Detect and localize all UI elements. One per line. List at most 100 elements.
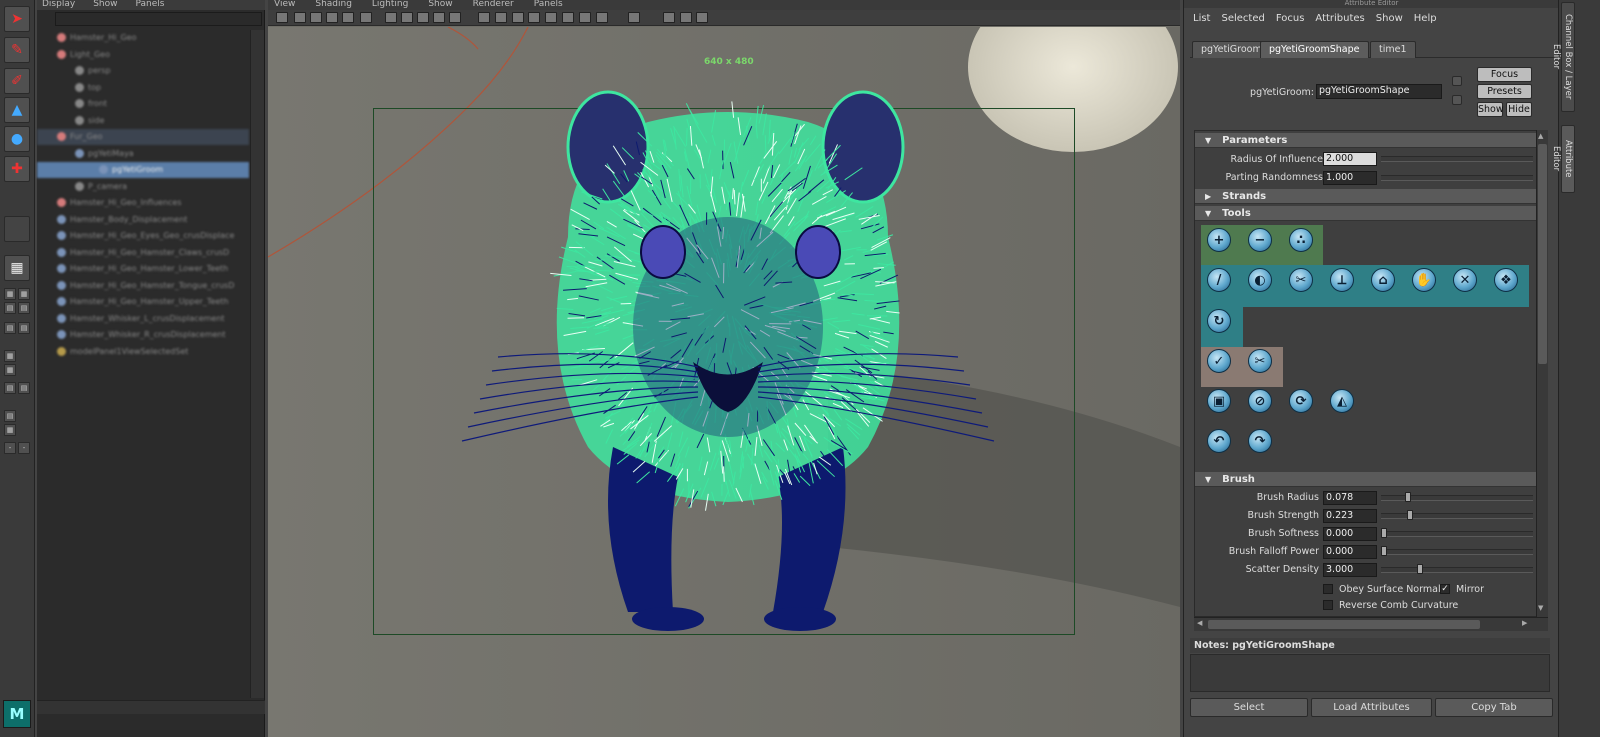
ae-menu-list[interactable]: List [1193, 13, 1210, 24]
obey-surface-normal-checkbox[interactable] [1323, 584, 1333, 594]
paint-select-icon[interactable]: ✐ [4, 68, 30, 94]
ao-icon[interactable] [562, 12, 574, 23]
load-attributes-button[interactable]: Load Attributes [1311, 698, 1432, 717]
smooth-shade-icon[interactable] [495, 12, 507, 23]
add-icon[interactable]: + [1207, 228, 1231, 252]
outliner-row[interactable]: Hamster_Whisker_L_crusDisplacement [37, 311, 249, 327]
rotate-tool-icon[interactable]: ● [4, 126, 30, 152]
ae-menu-attributes[interactable]: Attributes [1315, 13, 1364, 24]
focus-output-icon[interactable] [1452, 95, 1462, 105]
brush-softness-slider-thumb[interactable] [1381, 528, 1387, 538]
scatter-density-field[interactable]: 3.000 [1323, 563, 1377, 577]
ae-menu-selected[interactable]: Selected [1221, 13, 1264, 24]
brush-radius-slider[interactable] [1381, 495, 1533, 501]
shadows-icon[interactable] [545, 12, 557, 23]
film-gate-icon[interactable] [385, 12, 397, 23]
outliner-row[interactable]: Hamster_Hi_Geo_Hamster_Tongue_crusD [37, 278, 249, 294]
safe-action-icon[interactable] [449, 12, 461, 23]
presets-button[interactable]: Presets [1477, 84, 1532, 99]
notes-textarea[interactable] [1190, 654, 1550, 692]
rotate-icon[interactable]: ⟳ [1289, 389, 1313, 413]
outliner-row[interactable]: pgYetiGroom [37, 162, 249, 178]
focus-button[interactable]: Focus [1477, 67, 1532, 82]
move-icon[interactable]: ✋ [1412, 268, 1436, 292]
show-button[interactable]: Show [1477, 102, 1504, 117]
outliner-row[interactable]: Hamster_Hi_Geo [37, 30, 249, 46]
viewport-menu-show[interactable]: Show [428, 0, 452, 9]
reverse-comb-curvature-checkbox[interactable] [1323, 600, 1333, 610]
focus-input-icon[interactable] [1452, 76, 1462, 86]
layout-extra-1-icon[interactable]: - [4, 442, 16, 454]
attribute-editor-horizontal-scrollbar[interactable]: ◀ ▶ [1194, 617, 1548, 631]
comb-icon[interactable]: / [1207, 268, 1231, 292]
clump-icon[interactable]: ⌂ [1371, 268, 1395, 292]
outliner-row[interactable]: front [37, 96, 249, 112]
brush-softness-slider[interactable] [1381, 531, 1533, 537]
outliner-vertical-scrollbar[interactable] [250, 30, 264, 698]
ae-menu-show[interactable]: Show [1376, 13, 1403, 24]
outliner-menu-panels[interactable]: Panels [135, 0, 164, 9]
outliner-row[interactable]: Hamster_Hi_Geo_Eyes_Geo_crusDisplace [37, 228, 249, 244]
forbid-icon[interactable]: ⊘ [1248, 389, 1272, 413]
layout-quad-icon[interactable]: ▦ [4, 288, 16, 300]
lasso-tool-icon[interactable]: ✎ [4, 37, 30, 63]
xray-joints-icon[interactable] [680, 12, 692, 23]
viewport-panel[interactable]: View Shading Lighting Show Renderer Panels 64… [268, 0, 1180, 737]
layout-single-icon[interactable]: ▦ [4, 255, 30, 281]
tab-time1[interactable]: time1 [1370, 41, 1416, 58]
brush-falloff-power-slider-thumb[interactable] [1381, 546, 1387, 556]
outliner-row[interactable]: Hamster_Hi_Geo_Hamster_Claws_crusD [37, 245, 249, 261]
outliner-row[interactable]: top [37, 80, 249, 96]
tab-pgyetigroomshape[interactable]: pgYetiGroomShape [1260, 41, 1369, 58]
viewport-scene[interactable]: 640 x 480 [268, 27, 1180, 737]
scatter-density-slider[interactable] [1381, 567, 1533, 573]
camera-select-icon[interactable] [276, 12, 288, 23]
twist-icon[interactable]: ❖ [1494, 268, 1518, 292]
scroll-left-icon[interactable]: ◀ [1197, 619, 1205, 627]
ae-menu-help[interactable]: Help [1414, 13, 1437, 24]
resolution-gate-icon[interactable] [401, 12, 413, 23]
brush-falloff-power-field[interactable]: 0.000 [1323, 545, 1377, 559]
refresh-icon[interactable]: ↻ [1207, 309, 1231, 333]
remove-icon[interactable]: − [1248, 228, 1272, 252]
undo-icon[interactable]: ↶ [1207, 429, 1231, 453]
motion-blur-icon[interactable] [579, 12, 591, 23]
copy-tab-button[interactable]: Copy Tab [1435, 698, 1553, 717]
cut-icon[interactable]: ✂ [1289, 268, 1313, 292]
outliner-row[interactable]: P_camera [37, 179, 249, 195]
brush-softness-field[interactable]: 0.000 [1323, 527, 1377, 541]
viewport-menu-renderer[interactable]: Renderer [473, 0, 514, 9]
hide-button[interactable]: Hide [1506, 102, 1532, 117]
gate-mask-icon[interactable] [417, 12, 429, 23]
ae-menu-focus[interactable]: Focus [1276, 13, 1305, 24]
redo-icon[interactable]: ↷ [1248, 429, 1272, 453]
layout-persp-graph-icon[interactable]: ▦ [4, 350, 16, 362]
direction-icon[interactable]: ◐ [1248, 268, 1272, 292]
viewport-menu-lighting[interactable]: Lighting [372, 0, 408, 9]
isolate-icon[interactable] [628, 12, 640, 23]
textured-icon[interactable] [512, 12, 524, 23]
scatter-density-slider-thumb[interactable] [1417, 564, 1423, 574]
brush-section-header[interactable]: ▼ Brush [1195, 472, 1536, 487]
viewport-menu-shading[interactable]: Shading [315, 0, 352, 9]
layout-outliner-icon[interactable]: ▤ [4, 302, 16, 314]
scroll-down-icon[interactable]: ▼ [1538, 604, 1547, 613]
brush-radius-field[interactable]: 0.078 [1323, 491, 1377, 505]
attribute-editor-tab[interactable]: Attribute Editor [1551, 125, 1575, 193]
brush-strength-field[interactable]: 0.223 [1323, 509, 1377, 523]
outliner-row[interactable]: Light_Geo [37, 47, 249, 63]
delete-icon[interactable]: ✕ [1453, 268, 1477, 292]
scroll-up-icon[interactable]: ▲ [1538, 132, 1547, 141]
outliner-row[interactable]: Hamster_Body_Displacement [37, 212, 249, 228]
outliner-menu-show[interactable]: Show [93, 0, 117, 9]
channel-box-tab[interactable]: Channel Box / Layer Editor [1551, 2, 1575, 112]
brush-strength-slider[interactable] [1381, 513, 1533, 519]
viewport-menu-panels[interactable]: Panels [534, 0, 563, 9]
layout-graph-editor-icon[interactable]: ▤ [4, 410, 16, 422]
layout-list-icon[interactable]: ▤ [4, 322, 16, 334]
outliner-row[interactable]: persp [37, 63, 249, 79]
wireframe-icon[interactable] [478, 12, 490, 23]
layout-curve-icon[interactable]: ▦ [4, 424, 16, 436]
scatter-icon[interactable]: ∴ [1289, 228, 1313, 252]
outliner-search-field[interactable] [55, 12, 262, 26]
